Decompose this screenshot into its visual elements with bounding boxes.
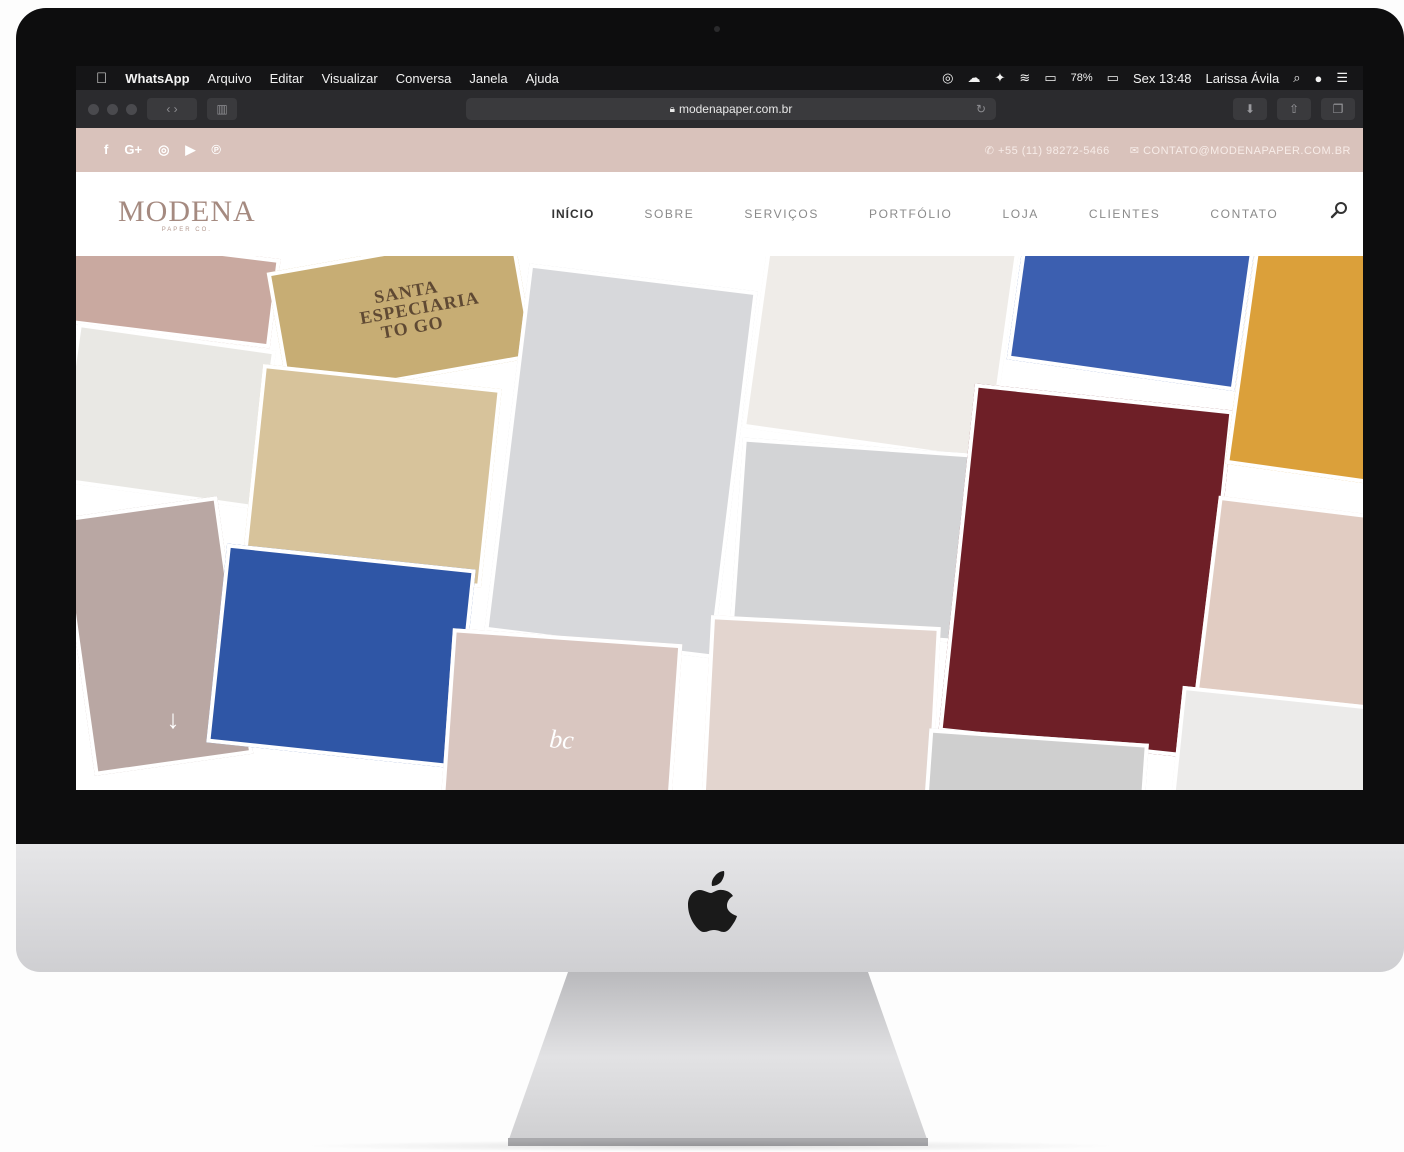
- search-icon[interactable]: [1329, 200, 1349, 220]
- siri-icon[interactable]: ●: [1307, 71, 1329, 86]
- close-window-button[interactable]: [88, 103, 99, 115]
- site-logo[interactable]: MODENA PAPER CO.: [118, 195, 256, 233]
- zoom-window-button[interactable]: [126, 103, 137, 115]
- creative-cloud-icon[interactable]: ◎: [935, 70, 960, 86]
- instagram-icon[interactable]: ◎: [158, 142, 169, 158]
- url-text: modenapaper.com.br: [678, 102, 793, 116]
- phone-link[interactable]: ✆ +55 (11) 98272-5466: [985, 144, 1110, 157]
- spice-label-text: SANTA ESPECIARIA TO GO: [358, 276, 481, 343]
- screen:  WhatsApp Arquivo Editar Visualizar Con…: [76, 66, 1363, 790]
- bc-card-text: bc: [548, 724, 575, 755]
- wifi-icon[interactable]: ≋: [1012, 70, 1037, 86]
- notification-center-icon[interactable]: ☰: [1329, 70, 1355, 86]
- facebook-icon[interactable]: f: [104, 142, 108, 158]
- phone-icon: ✆: [984, 144, 999, 157]
- minimize-window-button[interactable]: [107, 103, 118, 115]
- imac-stand: [508, 972, 928, 1146]
- nav-servicos[interactable]: SERVIÇOS: [744, 207, 819, 221]
- menu-visualizar[interactable]: Visualizar: [313, 71, 387, 86]
- stand-shadow: [300, 1140, 1120, 1152]
- collage-invitation-blue[interactable]: [206, 543, 476, 769]
- menu-editar[interactable]: Editar: [261, 71, 313, 86]
- battery-icon[interactable]: ▭: [1100, 70, 1126, 86]
- nav-inicio[interactable]: INÍCIO: [552, 207, 595, 221]
- back-forward-buttons[interactable]: ‹ ›: [147, 98, 197, 120]
- downloads-icon[interactable]: ⬇: [1233, 98, 1267, 120]
- email-address: CONTATO@MODENAPAPER.COM.BR: [1143, 144, 1351, 157]
- app-menu[interactable]: WhatsApp: [116, 71, 198, 86]
- camera: [714, 26, 720, 32]
- apple-menu-icon[interactable]: : [76, 70, 116, 87]
- collage-azulejo[interactable]: [1006, 256, 1256, 392]
- site-navbar: MODENA PAPER CO. INÍCIO SOBRE SERVIÇOS P…: [76, 172, 1363, 256]
- site-topbar: f G+ ◎ ▶ ℗ ✆ +55 (11) 98272-5466 ✉ CONTA…: [76, 128, 1363, 172]
- contact-info: ✆ +55 (11) 98272-5466 ✉ CONTATO@MODENAPA…: [985, 144, 1363, 157]
- pinterest-icon[interactable]: ℗: [211, 142, 221, 158]
- collage-floral-pouch[interactable]: [701, 615, 941, 790]
- social-links: f G+ ◎ ▶ ℗: [76, 142, 221, 158]
- hero-collage: SANTA ESPECIARIA TO GO bc ↓: [76, 256, 1363, 790]
- nav-portfolio[interactable]: PORTFÓLIO: [869, 207, 953, 221]
- browser-toolbar: ‹ › ▥ 🔒︎ modenapaper.com.br ↻ ⬇ ⇧ ❐: [76, 90, 1363, 128]
- battery-percent: 78%: [1070, 72, 1093, 84]
- reload-icon[interactable]: ↻: [976, 102, 986, 116]
- menu-janela[interactable]: Janela: [460, 71, 516, 86]
- main-nav: INÍCIO SOBRE SERVIÇOS PORTFÓLIO LOJA CLI…: [552, 207, 1329, 221]
- menu-ajuda[interactable]: Ajuda: [517, 71, 568, 86]
- lock-icon: 🔒︎: [669, 103, 675, 115]
- nav-loja[interactable]: LOJA: [1003, 207, 1039, 221]
- sidebar-toggle-icon[interactable]: ▥: [207, 98, 237, 120]
- menu-conversa[interactable]: Conversa: [387, 71, 461, 86]
- google-plus-icon[interactable]: G+: [124, 142, 142, 158]
- airplay-icon[interactable]: ▭: [1037, 70, 1063, 86]
- clock[interactable]: Sex 13:48: [1126, 71, 1199, 86]
- nav-clientes[interactable]: CLIENTES: [1089, 207, 1160, 221]
- nav-sobre[interactable]: SOBRE: [644, 207, 694, 221]
- scroll-down-arrow-icon[interactable]: ↓: [156, 702, 190, 736]
- mac-menubar:  WhatsApp Arquivo Editar Visualizar Con…: [76, 66, 1363, 90]
- nav-contato[interactable]: CONTATO: [1210, 207, 1278, 221]
- address-bar[interactable]: 🔒︎ modenapaper.com.br ↻: [466, 98, 996, 120]
- share-icon[interactable]: ⇧: [1277, 98, 1311, 120]
- collage-bc-card[interactable]: bc: [439, 628, 683, 790]
- email-link[interactable]: ✉ CONTATO@MODENAPAPER.COM.BR: [1130, 144, 1351, 157]
- logo-subtitle: PAPER CO.: [161, 227, 212, 233]
- tabs-overview-icon[interactable]: ❐: [1321, 98, 1355, 120]
- logo-wordmark: MODENA: [118, 195, 256, 228]
- email-icon: ✉: [1129, 144, 1144, 157]
- bluetooth-icon[interactable]: ✦: [988, 70, 1013, 86]
- menu-arquivo[interactable]: Arquivo: [199, 71, 261, 86]
- apple-logo-icon: [688, 871, 737, 932]
- spotlight-search-icon[interactable]: ⌕: [1286, 70, 1307, 86]
- collage-glass-invite[interactable]: [1194, 495, 1363, 717]
- phone-number: +55 (11) 98272-5466: [998, 144, 1110, 157]
- youtube-icon[interactable]: ▶: [185, 142, 195, 158]
- collage-tote-bag[interactable]: [484, 263, 758, 659]
- cloud-icon[interactable]: ☁: [961, 70, 988, 86]
- user-name[interactable]: Larissa Ávila: [1199, 71, 1287, 86]
- collage-marble-envelope[interactable]: [1170, 685, 1363, 790]
- collage-card-gray[interactable]: [76, 322, 277, 510]
